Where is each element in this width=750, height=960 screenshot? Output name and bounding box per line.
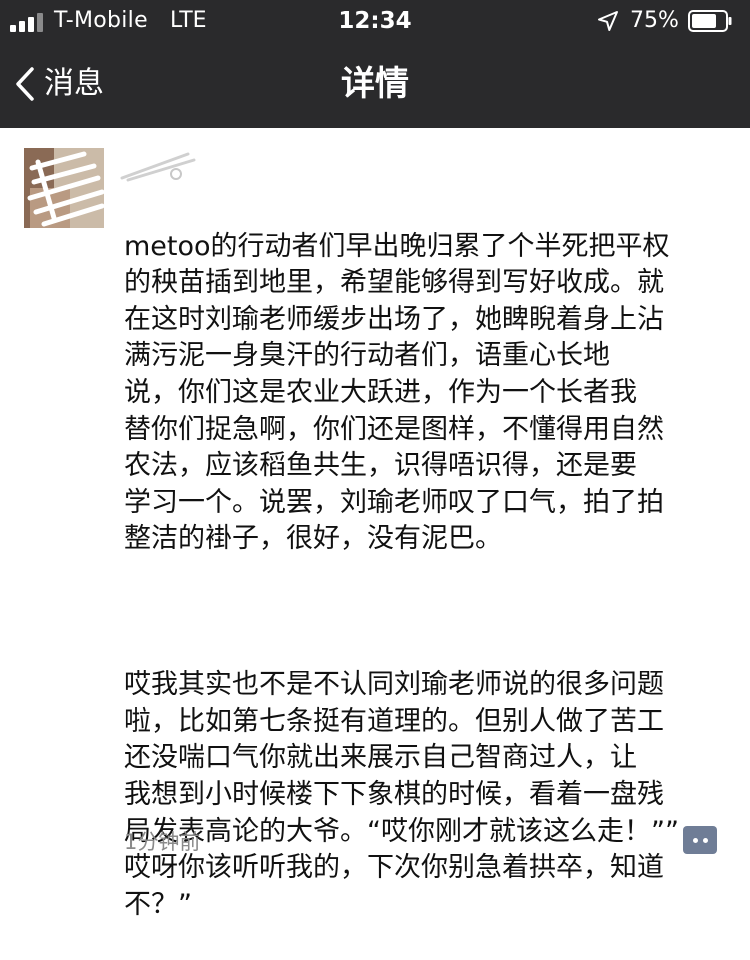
- location-arrow-icon: [598, 11, 618, 31]
- page-title: 详情: [341, 64, 409, 104]
- comment-icon: [692, 837, 698, 843]
- top-bar: T-Mobile LTE 12:34 75% 消息 详情: [0, 0, 750, 128]
- comment-button[interactable]: [683, 826, 717, 854]
- battery-icon: [688, 10, 732, 32]
- navigation-bar: 消息 详情: [0, 42, 750, 128]
- post-paragraph-2: 哎我其实也不是不认同刘瑜老师说的很多问题 啦，比如第七条挺有道理的。但别人做了苦…: [124, 669, 679, 920]
- post-timestamp: 1分钟前: [124, 830, 201, 854]
- post-paragraph-1: metoo的行动者们早出晚归累了个半死把平权 的秧苗插到地里，希望能够得到写好收…: [124, 230, 670, 555]
- avatar[interactable]: [24, 148, 104, 228]
- battery-percent: 75%: [630, 8, 679, 33]
- status-bar: T-Mobile LTE 12:34 75%: [0, 0, 750, 42]
- redacted-username: [120, 152, 196, 182]
- avatar-image: [24, 148, 104, 228]
- post-body: metoo的行动者们早出晚归累了个半死把平权 的秧苗插到地里，希望能够得到写好收…: [124, 192, 724, 960]
